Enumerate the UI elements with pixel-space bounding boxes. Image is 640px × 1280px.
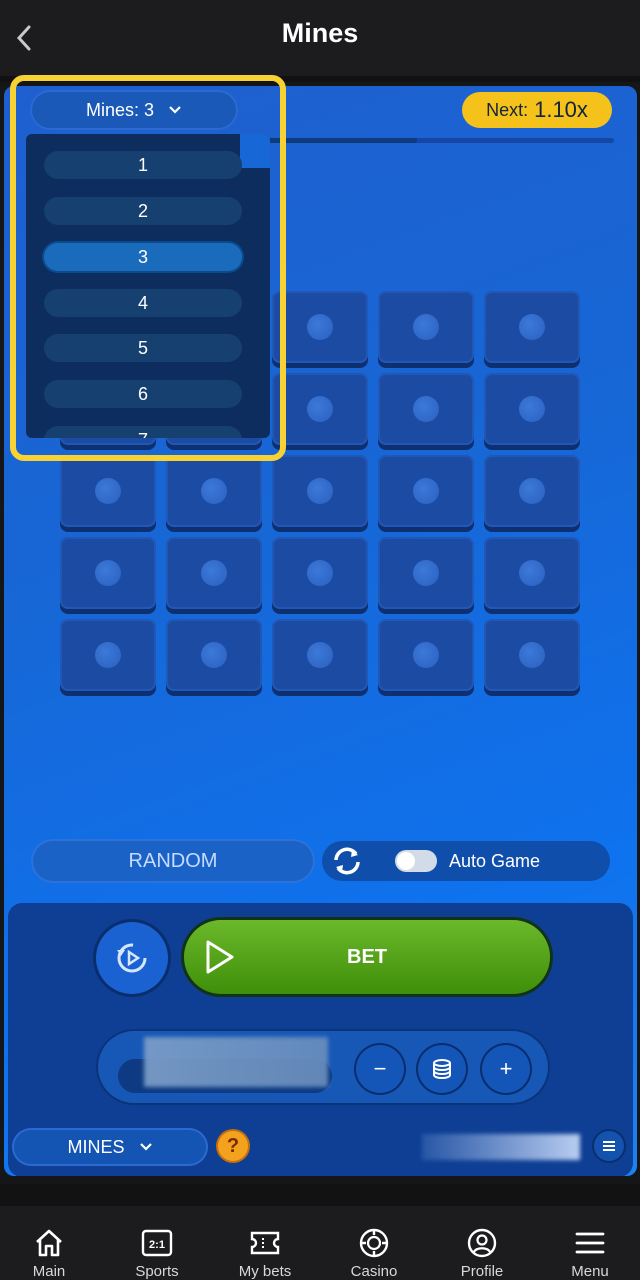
tile-dot <box>307 396 333 422</box>
tile-dot <box>201 560 227 586</box>
random-button[interactable]: RANDOM <box>31 839 315 883</box>
tile-dot <box>519 396 545 422</box>
mine-tile[interactable] <box>484 455 580 527</box>
mine-tile[interactable] <box>60 619 156 691</box>
nav-main[interactable]: Main <box>0 1206 104 1280</box>
game-selector-label: MINES <box>67 1136 125 1157</box>
next-value: 1.10x <box>534 97 588 122</box>
odds-icon: 2:1 <box>141 1229 173 1256</box>
tile-dot <box>307 560 333 586</box>
auto-replay-button[interactable] <box>96 922 168 994</box>
mine-tile[interactable] <box>378 373 474 445</box>
coins-button[interactable] <box>418 1045 466 1093</box>
auto-game-panel: Auto Game <box>322 841 610 881</box>
tile-dot <box>519 560 545 586</box>
next-multiplier-badge: Next: 1.10x <box>462 92 612 128</box>
mine-tile[interactable] <box>166 619 262 691</box>
nav-casino[interactable]: Casino <box>319 1206 429 1280</box>
tile-dot <box>201 642 227 668</box>
highlight-frame <box>10 75 286 461</box>
bet-button[interactable]: BET <box>184 920 550 994</box>
profile-icon <box>467 1228 497 1257</box>
mine-tile[interactable] <box>484 373 580 445</box>
nav-label: Sports <box>135 1263 179 1280</box>
autoplay-refresh-button[interactable] <box>327 846 367 876</box>
tile-dot <box>519 314 545 340</box>
mine-tile[interactable] <box>166 537 262 609</box>
tile-dot <box>307 478 333 504</box>
mine-tile[interactable] <box>60 537 156 609</box>
tile-dot <box>95 478 121 504</box>
nav-label: Profile <box>460 1263 504 1280</box>
tile-dot <box>307 314 333 340</box>
next-label: Next: <box>486 99 529 120</box>
play-icon <box>206 940 234 974</box>
mine-tile[interactable] <box>272 373 368 445</box>
refresh-icon <box>334 847 360 875</box>
bottom-nav: Main 2:1 Sports My bets Casino Profile M… <box>0 1206 640 1280</box>
mine-tile[interactable] <box>378 537 474 609</box>
help-label: ? <box>226 1134 240 1157</box>
mine-tile[interactable] <box>484 537 580 609</box>
chevron-down-icon <box>139 1143 152 1151</box>
mine-tile[interactable] <box>484 291 580 363</box>
home-icon <box>36 1229 62 1256</box>
nav-profile[interactable]: Profile <box>427 1206 537 1280</box>
nav-label: My bets <box>238 1263 292 1280</box>
nav-my-bets[interactable]: My bets <box>210 1206 320 1280</box>
tile-dot <box>307 642 333 668</box>
stake-control: − + <box>96 1029 550 1105</box>
mine-tile[interactable] <box>166 455 262 527</box>
replay-icon <box>117 943 147 973</box>
increase-stake-button[interactable]: + <box>482 1045 530 1093</box>
ticket-icon <box>250 1231 280 1254</box>
plus-label: + <box>499 1056 513 1081</box>
mine-tile[interactable] <box>484 619 580 691</box>
top-bar: Mines <box>0 0 640 76</box>
hamburger-icon <box>575 1232 605 1253</box>
toggle-knob <box>397 852 415 870</box>
tile-dot <box>413 560 439 586</box>
hamburger-icon <box>603 1141 615 1151</box>
casino-chip-icon <box>359 1228 389 1257</box>
nav-sports[interactable]: 2:1 Sports <box>102 1206 212 1280</box>
coins-stack-icon <box>433 1059 451 1080</box>
mine-tile[interactable] <box>378 619 474 691</box>
help-button[interactable]: ? <box>218 1131 248 1161</box>
page-title: Mines <box>281 18 359 48</box>
tile-dot <box>95 642 121 668</box>
tile-dot <box>201 478 227 504</box>
game-menu-button[interactable] <box>594 1131 624 1161</box>
game-footer: MINES ? <box>12 1128 626 1168</box>
tile-dot <box>519 478 545 504</box>
balance-redacted <box>422 1134 580 1160</box>
stake-amount-redacted <box>144 1037 328 1087</box>
auto-game-toggle[interactable] <box>395 850 437 872</box>
nav-label: Main <box>32 1263 66 1280</box>
tile-dot <box>413 314 439 340</box>
auto-game-label: Auto Game <box>449 850 541 871</box>
mine-tile[interactable] <box>60 455 156 527</box>
mine-tile[interactable] <box>272 537 368 609</box>
svg-text:2:1: 2:1 <box>149 1239 165 1251</box>
minus-label: − <box>373 1056 387 1081</box>
game-selector[interactable]: MINES <box>12 1128 208 1166</box>
tile-dot <box>519 642 545 668</box>
decrease-stake-button[interactable]: − <box>356 1045 404 1093</box>
nav-menu[interactable]: Menu <box>535 1206 640 1280</box>
mine-tile[interactable] <box>272 291 368 363</box>
mine-tile[interactable] <box>378 291 474 363</box>
nav-label: Casino <box>350 1263 398 1280</box>
nav-label: Menu <box>571 1263 609 1280</box>
bet-label: BET <box>347 945 387 968</box>
tile-dot <box>413 396 439 422</box>
mine-tile[interactable] <box>378 455 474 527</box>
divider <box>0 1184 640 1206</box>
mine-tile[interactable] <box>272 455 368 527</box>
tile-dot <box>413 478 439 504</box>
tile-dot <box>95 560 121 586</box>
mine-tile[interactable] <box>272 619 368 691</box>
tile-dot <box>413 642 439 668</box>
